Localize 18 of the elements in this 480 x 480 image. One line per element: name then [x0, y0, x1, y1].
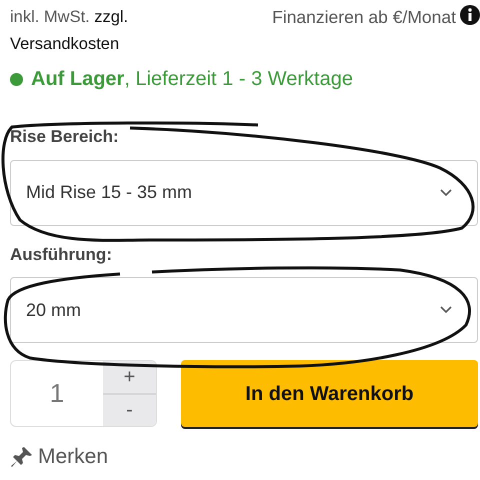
increase-button[interactable]: + — [103, 361, 156, 392]
pin-icon — [10, 444, 34, 469]
status-dot — [10, 72, 23, 86]
stock-status: Auf Lager, Lieferzeit 1 - 3 Werktage — [31, 67, 353, 92]
quantity-stepper[interactable]: 1 + - — [10, 360, 157, 427]
decrease-button[interactable]: - — [103, 392, 156, 426]
chevron-down-icon — [440, 306, 452, 314]
option-select[interactable]: Mid Rise 15 - 35 mm — [10, 160, 478, 226]
wishlist-link[interactable]: Merken — [10, 441, 108, 472]
chevron-down-icon — [440, 188, 452, 196]
option-select[interactable]: 20 mm — [10, 277, 478, 343]
option-label: Ausführung: — [10, 244, 113, 266]
add-to-cart-button[interactable]: In den Warenkorb — [181, 360, 478, 427]
info-icon[interactable] — [460, 5, 480, 25]
financing-text: Finanzieren ab €/Monat — [272, 6, 456, 29]
price-note: inkl. MwSt. zzgl. Versandkosten — [10, 7, 130, 55]
option-label: Rise Bereich: — [10, 126, 120, 148]
quantity-value: 1 — [48, 377, 66, 410]
